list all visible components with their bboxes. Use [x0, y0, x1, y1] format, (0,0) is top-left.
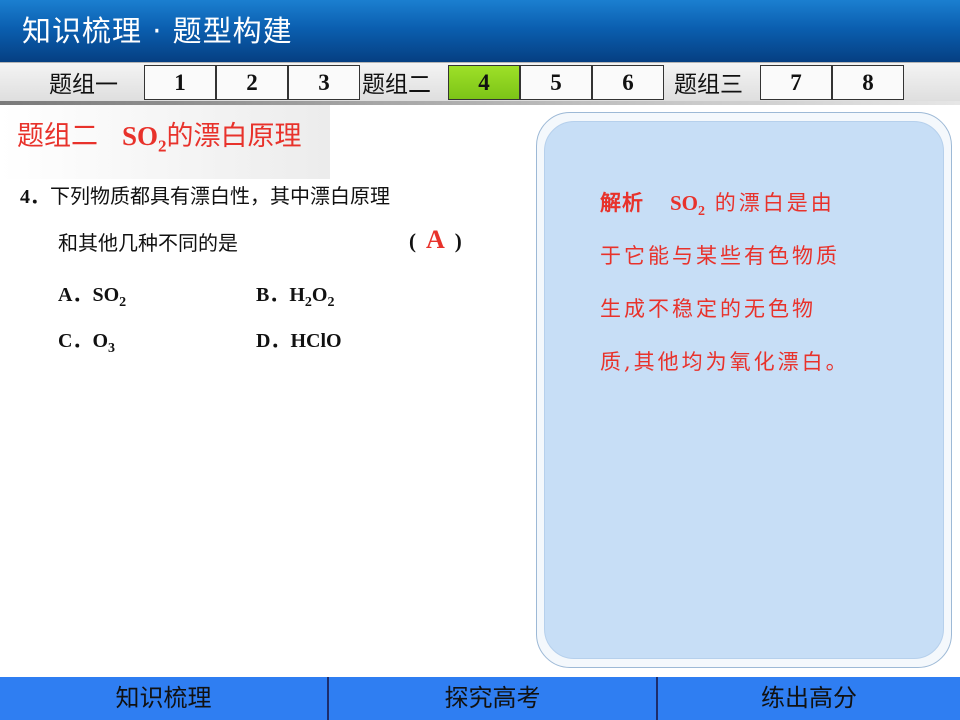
explanation-line-1: 解析 SO2 的漂白是由	[600, 191, 835, 220]
group-label-3: 题组三	[674, 72, 743, 98]
tab-question-4[interactable]: 4	[448, 65, 520, 100]
question-text-1: 下列物质都具有漂白性，其中漂白原理	[50, 184, 390, 208]
explanation-line-2: 于它能与某些有色物质	[600, 244, 840, 268]
tab-question-8[interactable]: 8	[832, 65, 904, 100]
option-c: C．O3	[58, 330, 116, 356]
nav-explore-exam[interactable]: 探究高考	[329, 677, 656, 720]
option-b: B．H2O2	[256, 284, 335, 310]
answer-slot: (A)	[409, 225, 462, 254]
explanation-line-3: 生成不稳定的无色物	[600, 297, 816, 321]
section-title-rest: 的漂白原理	[166, 121, 302, 152]
question-text-2: 和其他几种不同的是	[58, 231, 238, 255]
explanation-formula: SO2	[670, 191, 706, 220]
question-line-2: 和其他几种不同的是	[58, 227, 238, 256]
tab-question-2[interactable]: 2	[216, 65, 288, 100]
answer-letter: A	[426, 225, 445, 254]
tab-question-7[interactable]: 7	[760, 65, 832, 100]
tab-question-1[interactable]: 1	[144, 65, 216, 100]
explanation-line-4: 质,其他均为氧化漂白。	[600, 350, 850, 374]
question-line-1: 4．下列物质都具有漂白性，其中漂白原理	[20, 180, 390, 209]
group-label-2: 题组二	[362, 72, 431, 98]
question-number: 4．	[20, 186, 50, 208]
explanation-label: 解析	[600, 191, 644, 215]
section-group-label: 题组二	[17, 121, 98, 152]
section-title: 题组二 SO2的漂白原理	[17, 114, 302, 156]
tab-question-3[interactable]: 3	[288, 65, 360, 100]
option-a: A．SO2	[58, 284, 127, 310]
nav-knowledge-review[interactable]: 知识梳理	[0, 677, 327, 720]
page-title: 知识梳理 · 题型构建	[22, 14, 293, 48]
option-d: D．HClO	[256, 330, 342, 352]
section-formula: SO2	[122, 121, 167, 156]
nav-practice-high-score[interactable]: 练出高分	[658, 677, 960, 720]
tab-question-5[interactable]: 5	[520, 65, 592, 100]
group-label-1: 题组一	[49, 72, 118, 98]
tab-question-6[interactable]: 6	[592, 65, 664, 100]
